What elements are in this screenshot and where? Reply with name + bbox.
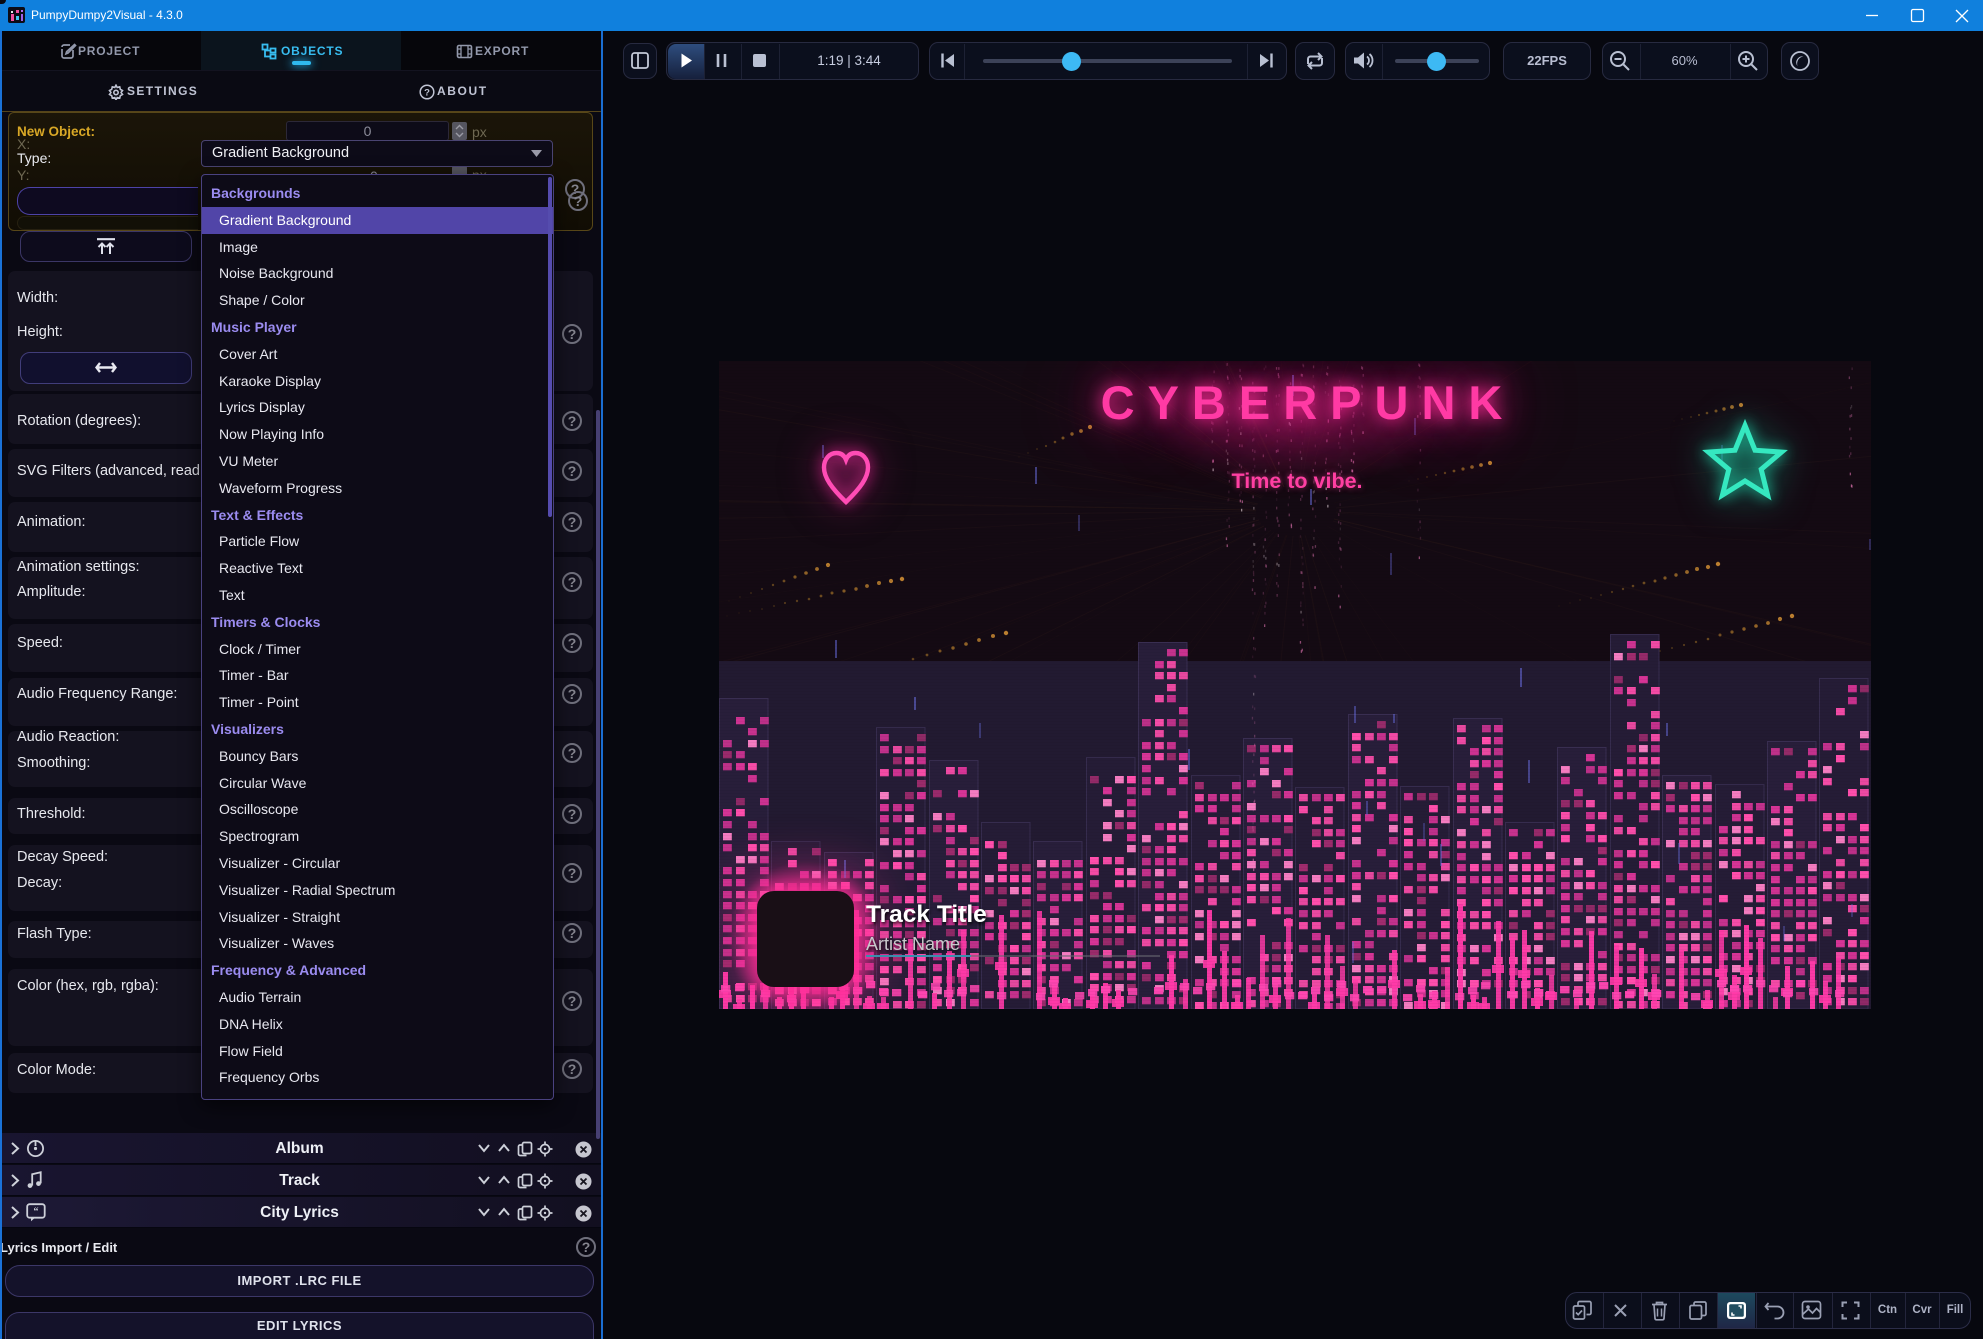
svg-text:“: “ [34, 1207, 39, 1218]
svg-text:?: ? [424, 87, 430, 98]
